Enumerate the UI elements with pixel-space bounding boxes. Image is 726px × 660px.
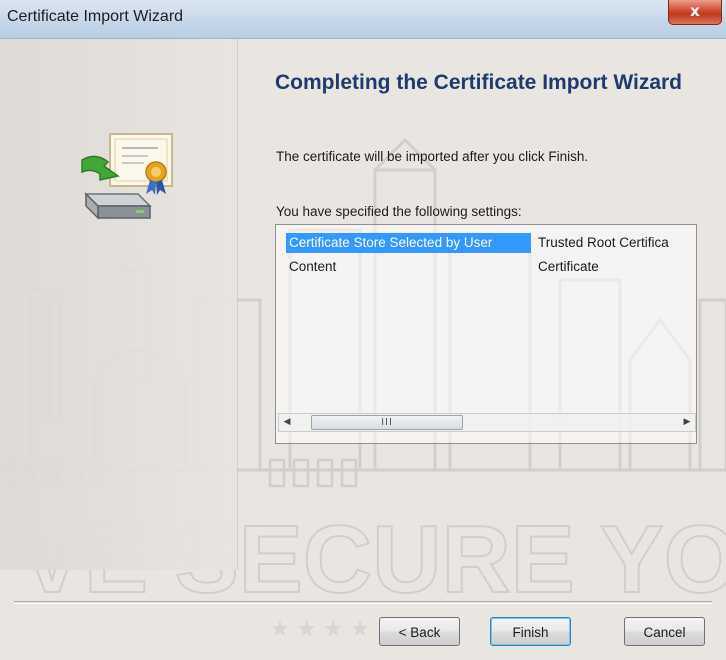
left-panel xyxy=(0,38,238,570)
svg-text:★ ★ ★ ★ ★: ★ ★ ★ ★ ★ xyxy=(270,617,397,642)
thumb-grip: III xyxy=(381,417,393,428)
setting-name: Content xyxy=(289,259,337,274)
list-item[interactable]: Content Certificate xyxy=(276,257,696,277)
finish-button[interactable]: Finish xyxy=(490,617,571,646)
scroll-thumb[interactable]: III xyxy=(311,415,463,430)
close-button[interactable]: x xyxy=(668,0,722,25)
setting-value: Certificate xyxy=(538,259,599,274)
list-item[interactable]: Certificate Store Selected by User Trust… xyxy=(276,233,696,253)
settings-list[interactable]: Certificate Store Selected by User Trust… xyxy=(275,224,697,444)
scroll-right-icon[interactable]: ▶ xyxy=(679,414,695,431)
back-button[interactable]: < Back xyxy=(379,617,460,646)
window-title: Certificate Import Wizard xyxy=(7,8,184,25)
info-text: The certificate will be imported after y… xyxy=(276,149,589,164)
page-title: Completing the Certificate Import Wizard xyxy=(275,71,683,94)
scroll-left-icon[interactable]: ◀ xyxy=(279,414,295,431)
close-icon: x xyxy=(690,2,700,20)
setting-name: Certificate Store Selected by User xyxy=(286,233,531,253)
settings-label: You have specified the following setting… xyxy=(276,204,522,219)
title-bar: Certificate Import Wizard x xyxy=(0,0,726,39)
cancel-button[interactable]: Cancel xyxy=(624,617,705,646)
setting-value: Trusted Root Certifica xyxy=(538,235,669,250)
certificate-import-icon xyxy=(81,133,173,220)
footer-divider xyxy=(14,601,712,604)
horizontal-scrollbar[interactable]: ◀ III ▶ xyxy=(278,413,696,432)
